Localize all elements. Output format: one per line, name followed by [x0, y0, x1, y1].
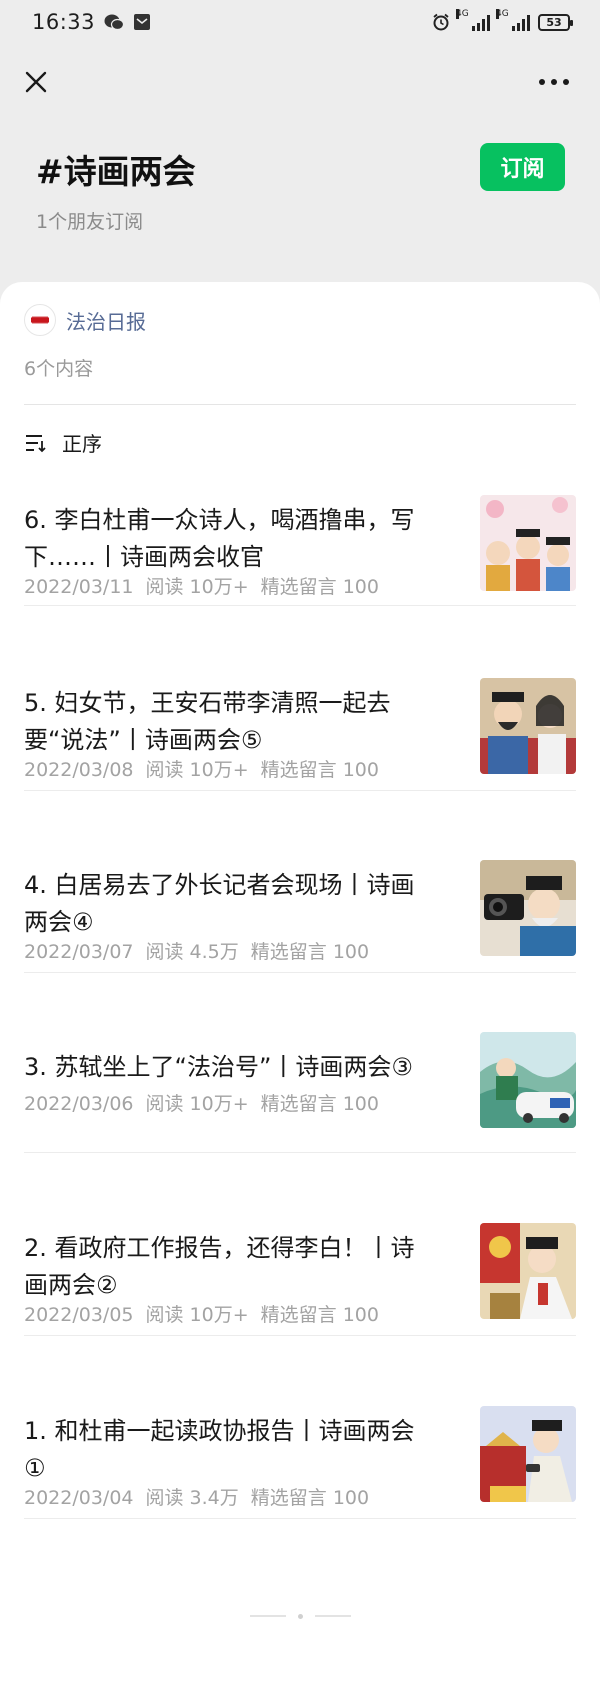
- content-card: 法治日报 6个内容 正序 6. 李白杜甫一众诗人，喝酒撸串，写下……丨诗画两会收…: [0, 282, 600, 1685]
- content-count: 6个内容: [24, 358, 94, 380]
- article-reads: 阅读 10万+: [145, 1304, 249, 1326]
- article-thumbnail: [480, 1223, 576, 1319]
- article-comments: 精选留言 100: [260, 1304, 379, 1326]
- signal-icon-2: 4G: [496, 9, 530, 31]
- article-reads: 阅读 4.5万: [145, 941, 239, 963]
- status-bar: 16:33 4G 4G 53: [0, 0, 600, 44]
- article-separator: [24, 972, 576, 973]
- article-title: 2. 看政府工作报告，还得李白！丨诗画两会②: [24, 1234, 415, 1299]
- navigation-bar: [0, 52, 600, 112]
- article-meta: 2022/03/06 阅读 10万+ 精选留言 100: [24, 1089, 391, 1116]
- pager-line: [249, 1615, 286, 1617]
- article-title: 3. 苏轼坐上了“法治号”丨诗画两会③: [24, 1053, 413, 1081]
- mail-icon: [133, 13, 151, 31]
- article-date: 2022/03/07: [24, 941, 134, 963]
- sort-label: 正序: [62, 432, 102, 456]
- article-thumbnail: [480, 495, 576, 591]
- article-reads: 阅读 10万+: [145, 759, 249, 781]
- article-comments: 精选留言 100: [250, 941, 370, 963]
- article-date: 2022/03/04: [24, 1487, 134, 1509]
- article-title: 5. 妇女节，王安石带李清照一起去要“说法”丨诗画两会⑤: [24, 689, 391, 754]
- battery-icon: 53: [538, 13, 573, 31]
- account-name: 法治日报: [66, 309, 146, 334]
- close-icon: [25, 71, 47, 93]
- network-tag: 4G: [456, 9, 469, 19]
- topic-title: #诗画两会: [36, 152, 196, 191]
- status-time: 16:33: [32, 10, 96, 34]
- article-date: 2022/03/05: [24, 1304, 134, 1326]
- article-item[interactable]: 5. 妇女节，王安石带李清照一起去要“说法”丨诗画两会⑤ 2022/03/08 阅…: [24, 678, 576, 872]
- article-thumbnail: [480, 1406, 576, 1502]
- wechat-icon: [104, 14, 125, 31]
- topic-header: #诗画两会 1个朋友订阅 订阅: [0, 115, 600, 285]
- subscriber-count: 1个朋友订阅: [36, 211, 144, 233]
- article-date: 2022/03/11: [24, 576, 134, 598]
- pager-dot: [297, 1613, 303, 1619]
- battery-level: 53: [546, 15, 562, 29]
- article-comments: 精选留言 100: [260, 1093, 379, 1115]
- article-separator: [24, 790, 576, 791]
- article-comments: 精选留言 100: [260, 576, 379, 598]
- account-link[interactable]: 法治日报: [24, 304, 146, 336]
- pager-line: [314, 1615, 351, 1617]
- article-meta: 2022/03/07 阅读 4.5万 精选留言 100: [24, 937, 381, 964]
- sort-toggle[interactable]: 正序: [24, 428, 102, 457]
- network-tag-2: 4G: [496, 9, 509, 19]
- article-title: 6. 李白杜甫一众诗人，喝酒撸串，写下……丨诗画两会收官: [24, 506, 415, 571]
- article-meta: 2022/03/11 阅读 10万+ 精选留言 100: [24, 572, 391, 599]
- article-comments: 精选留言 100: [260, 759, 379, 781]
- article-title: 4. 白居易去了外长记者会现场丨诗画两会④: [24, 871, 415, 936]
- article-separator: [24, 1518, 576, 1519]
- divider: [24, 404, 576, 405]
- article-meta: 2022/03/05 阅读 10万+ 精选留言 100: [24, 1300, 391, 1327]
- article-separator: [24, 1152, 576, 1153]
- account-logo: [24, 304, 56, 336]
- article-thumbnail: [480, 860, 576, 956]
- article-date: 2022/03/08: [24, 759, 134, 781]
- article-separator: [24, 1335, 576, 1336]
- article-meta: 2022/03/04 阅读 3.4万 精选留言 100: [24, 1483, 381, 1510]
- more-icon: [539, 79, 569, 85]
- article-comments: 精选留言 100: [250, 1487, 370, 1509]
- article-date: 2022/03/06: [24, 1093, 134, 1115]
- more-button[interactable]: [532, 62, 576, 102]
- article-item[interactable]: 4. 白居易去了外长记者会现场丨诗画两会④ 2022/03/07 阅读 4.5万精…: [24, 860, 576, 1054]
- article-item[interactable]: 2. 看政府工作报告，还得李白！丨诗画两会② 2022/03/05 阅读 10万+…: [24, 1223, 576, 1417]
- subscribe-button[interactable]: 订阅: [480, 143, 565, 191]
- article-item[interactable]: 3. 苏轼坐上了“法治号”丨诗画两会③ 2022/03/06 阅读 10万+ 精选留…: [24, 1032, 576, 1244]
- article-thumbnail: [480, 1032, 576, 1128]
- article-separator: [24, 605, 576, 606]
- signal-icon: 4G: [456, 9, 490, 31]
- article-thumbnail: [480, 678, 576, 774]
- article-item[interactable]: 6. 李白杜甫一众诗人，喝酒撸串，写下……丨诗画两会收官 2022/03/11 阅…: [24, 495, 576, 689]
- article-meta: 2022/03/08 阅读 10万+ 精选留言 100: [24, 755, 391, 782]
- page-indicator: [0, 1611, 600, 1621]
- article-reads: 阅读 10万+: [145, 576, 249, 598]
- article-item[interactable]: 1. 和杜甫一起读政协报告丨诗画两会① 2022/03/04 阅读 3.4万 精选留…: [24, 1406, 576, 1600]
- article-title: 1. 和杜甫一起读政协报告丨诗画两会①: [24, 1417, 415, 1482]
- article-reads: 阅读 10万+: [145, 1093, 249, 1115]
- article-reads: 阅读 3.4万: [145, 1487, 239, 1509]
- sort-icon: [26, 434, 46, 452]
- close-button[interactable]: [16, 62, 56, 102]
- alarm-icon: [432, 13, 450, 31]
